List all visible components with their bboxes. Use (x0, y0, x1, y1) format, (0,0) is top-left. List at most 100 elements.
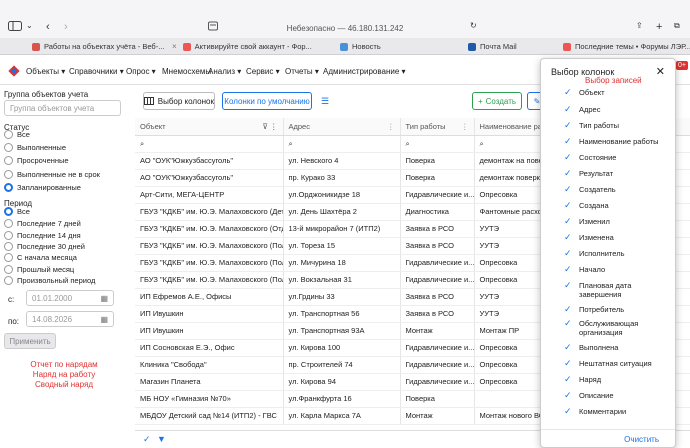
column-checkbox[interactable]: ✓ Адрес (564, 105, 665, 115)
radio-icon (4, 130, 13, 139)
check-icon: ✓ (564, 390, 572, 400)
check-icon: ✓ (564, 168, 572, 178)
nav-reports[interactable]: Отчеты ▾ (285, 67, 319, 76)
filter-cell[interactable]: ⌕ (135, 135, 284, 153)
period-7[interactable]: Последние 7 дней (4, 219, 81, 228)
table-cell: ул. День Шахтёра 2 (283, 203, 401, 221)
nav-analysis[interactable]: Анализ ▾ (208, 67, 241, 76)
filter-panel: Группа объектов учета Группа объектов уч… (0, 85, 128, 448)
check-icon: ✓ (564, 358, 572, 368)
column-checkbox[interactable]: ✓ Начало (564, 265, 665, 275)
column-checkbox[interactable]: ✓ Выполнена (564, 343, 665, 353)
table-cell: Гидравлические и... (400, 339, 475, 357)
column-checkbox[interactable]: ✓ Создатель (564, 184, 665, 195)
to-date-input[interactable]: 14.08.2026 ▦ (26, 311, 114, 327)
header-work-type[interactable]: Тип работы ⋮ (400, 118, 475, 136)
calendar-icon[interactable]: ▦ (100, 315, 108, 324)
column-checkbox[interactable]: ✓ Объект (564, 88, 665, 98)
status-overdue[interactable]: Просроченные (4, 156, 69, 165)
notification-badge[interactable]: 0+ (676, 61, 688, 70)
new-tab-icon[interactable]: + (656, 21, 662, 33)
header-object[interactable]: Объект ⊽ ⋮ (135, 118, 284, 136)
check-icon[interactable]: ✓ (143, 434, 151, 445)
filter-cell[interactable]: ⌕ (283, 135, 401, 153)
column-checkbox[interactable]: ✓ Наряд (564, 375, 665, 385)
work-order-link[interactable]: Наряд на работу (0, 370, 128, 379)
check-icon: ✓ (564, 184, 572, 194)
check-icon: ✓ (564, 136, 572, 146)
from-date-input[interactable]: 01.01.2000 ▦ (26, 290, 114, 306)
close-icon[interactable]: × (172, 42, 177, 51)
column-menu-icon[interactable]: ⋮ (387, 122, 395, 131)
report-link[interactable]: Отчет по нарядам (0, 360, 128, 369)
nav-service[interactable]: Сервис ▾ (246, 67, 280, 76)
apply-button[interactable]: Применить (4, 333, 56, 349)
period-custom[interactable]: Произвольный период (4, 276, 95, 285)
filter-icon[interactable]: ⊽ ⋮ (262, 122, 277, 131)
column-checkbox[interactable]: ✓ Обслуживающая организация (564, 319, 665, 338)
column-checkbox-label: Потребитель (579, 305, 625, 314)
tab-2[interactable]: Новость (340, 38, 460, 55)
tab-1[interactable]: × Активируйте свой аккаунт - Фор... (172, 38, 322, 55)
column-checkbox[interactable]: ✓ Наименование работы (564, 136, 665, 147)
column-checkbox[interactable]: ✓ Изменил (564, 217, 665, 227)
status-all[interactable]: Все (4, 130, 30, 139)
period-30[interactable]: Последние 30 дней (4, 242, 85, 251)
column-checkbox[interactable]: ✓ Плановая дата завершения (564, 281, 665, 300)
tab-0[interactable]: Работы на объектах учёта - Веб-... (32, 38, 172, 55)
column-checkbox[interactable]: ✓ Результат (564, 168, 665, 179)
default-columns-button[interactable]: Колонки по умолчанию (222, 92, 312, 110)
period-last-month[interactable]: Прошлый месяц (4, 265, 74, 274)
period-month-start[interactable]: С начала месяца (4, 253, 77, 262)
column-checkbox-label: Создана (579, 201, 609, 210)
nav-admin[interactable]: Администрирование ▾ (323, 67, 406, 76)
app-logo-icon[interactable] (8, 65, 20, 79)
nav-mnemo[interactable]: Мнемосхемы (162, 67, 211, 76)
group-select[interactable]: Группа объектов учета (4, 100, 121, 116)
column-checkbox[interactable]: ✓ Исполнитель (564, 249, 665, 259)
create-button[interactable]: + Создать (472, 92, 522, 110)
tab-4[interactable]: Последние темы • Форумы ЛЭР... (563, 38, 690, 55)
column-checkbox[interactable]: ✓ Нештатная ситуация (564, 358, 665, 369)
column-checkbox[interactable]: ✓ Комментарии (564, 407, 665, 417)
table-cell: ГБУЗ "КДКБ" им. Ю.Э. Малаховского (Отд..… (135, 220, 284, 238)
share-icon[interactable]: ⇪ (636, 21, 643, 30)
close-icon[interactable]: ✕ (656, 65, 665, 78)
status-late[interactable]: Выполненные не в срок (4, 170, 100, 179)
nav-survey[interactable]: Опрос ▾ (126, 67, 156, 76)
radio-icon (4, 219, 13, 228)
list-icon[interactable]: ☰ (321, 96, 329, 107)
status-done[interactable]: Выполненные (4, 143, 66, 152)
tab-overview-icon[interactable]: ⧉ (674, 21, 680, 31)
calendar-icon[interactable]: ▦ (100, 294, 108, 303)
nav-objects[interactable]: Объекты ▾ (26, 67, 65, 76)
summary-order-link[interactable]: Сводный наряд (0, 380, 128, 389)
table-cell: Заявка в РСО (400, 288, 475, 306)
column-checkbox[interactable]: ✓ Тип работы (564, 121, 665, 131)
panel-subtitle[interactable]: Выбор записей (585, 76, 642, 85)
table-cell: ул. Мичурина 18 (283, 254, 401, 272)
column-checkbox[interactable]: ✓ Потребитель (564, 305, 665, 315)
header-address[interactable]: Адрес ⋮ (283, 118, 401, 136)
column-chooser-panel: Выбор колонок Выбор записей ✕ ✓ Объект ✓ Ад… (540, 58, 676, 448)
nav-directories[interactable]: Справочники ▾ (69, 67, 124, 76)
column-checkbox-label: Результат (579, 169, 614, 178)
table-cell: ул. Карла Маркса 7А (283, 407, 401, 425)
table-cell: Монтаж (400, 407, 475, 425)
tab-3[interactable]: Почта Mail (468, 38, 558, 55)
column-checkbox[interactable]: ✓ Изменена (564, 233, 665, 243)
filter-cell[interactable]: ⌕ (400, 135, 475, 153)
column-checkbox[interactable]: ✓ Состояние (564, 153, 665, 163)
table-cell: ИП Ивушкин (135, 322, 284, 340)
reload-icon[interactable]: ↻ (470, 21, 477, 30)
choose-columns-button[interactable]: Выбор колонок (143, 92, 215, 110)
filter-icon[interactable]: ▼ (157, 434, 166, 444)
column-checkbox[interactable]: ✓ Создана (564, 201, 665, 211)
clear-button[interactable]: Очистить (624, 435, 659, 444)
period-14[interactable]: Последние 14 дня (4, 231, 81, 240)
column-checkbox[interactable]: ✓ Описание (564, 390, 665, 401)
address-bar[interactable]: Небезопасно — 46.180.131.242 (0, 24, 690, 33)
status-planned[interactable]: Запланированные (4, 183, 81, 192)
period-all[interactable]: Все (4, 207, 30, 216)
column-menu-icon[interactable]: ⋮ (461, 122, 469, 131)
